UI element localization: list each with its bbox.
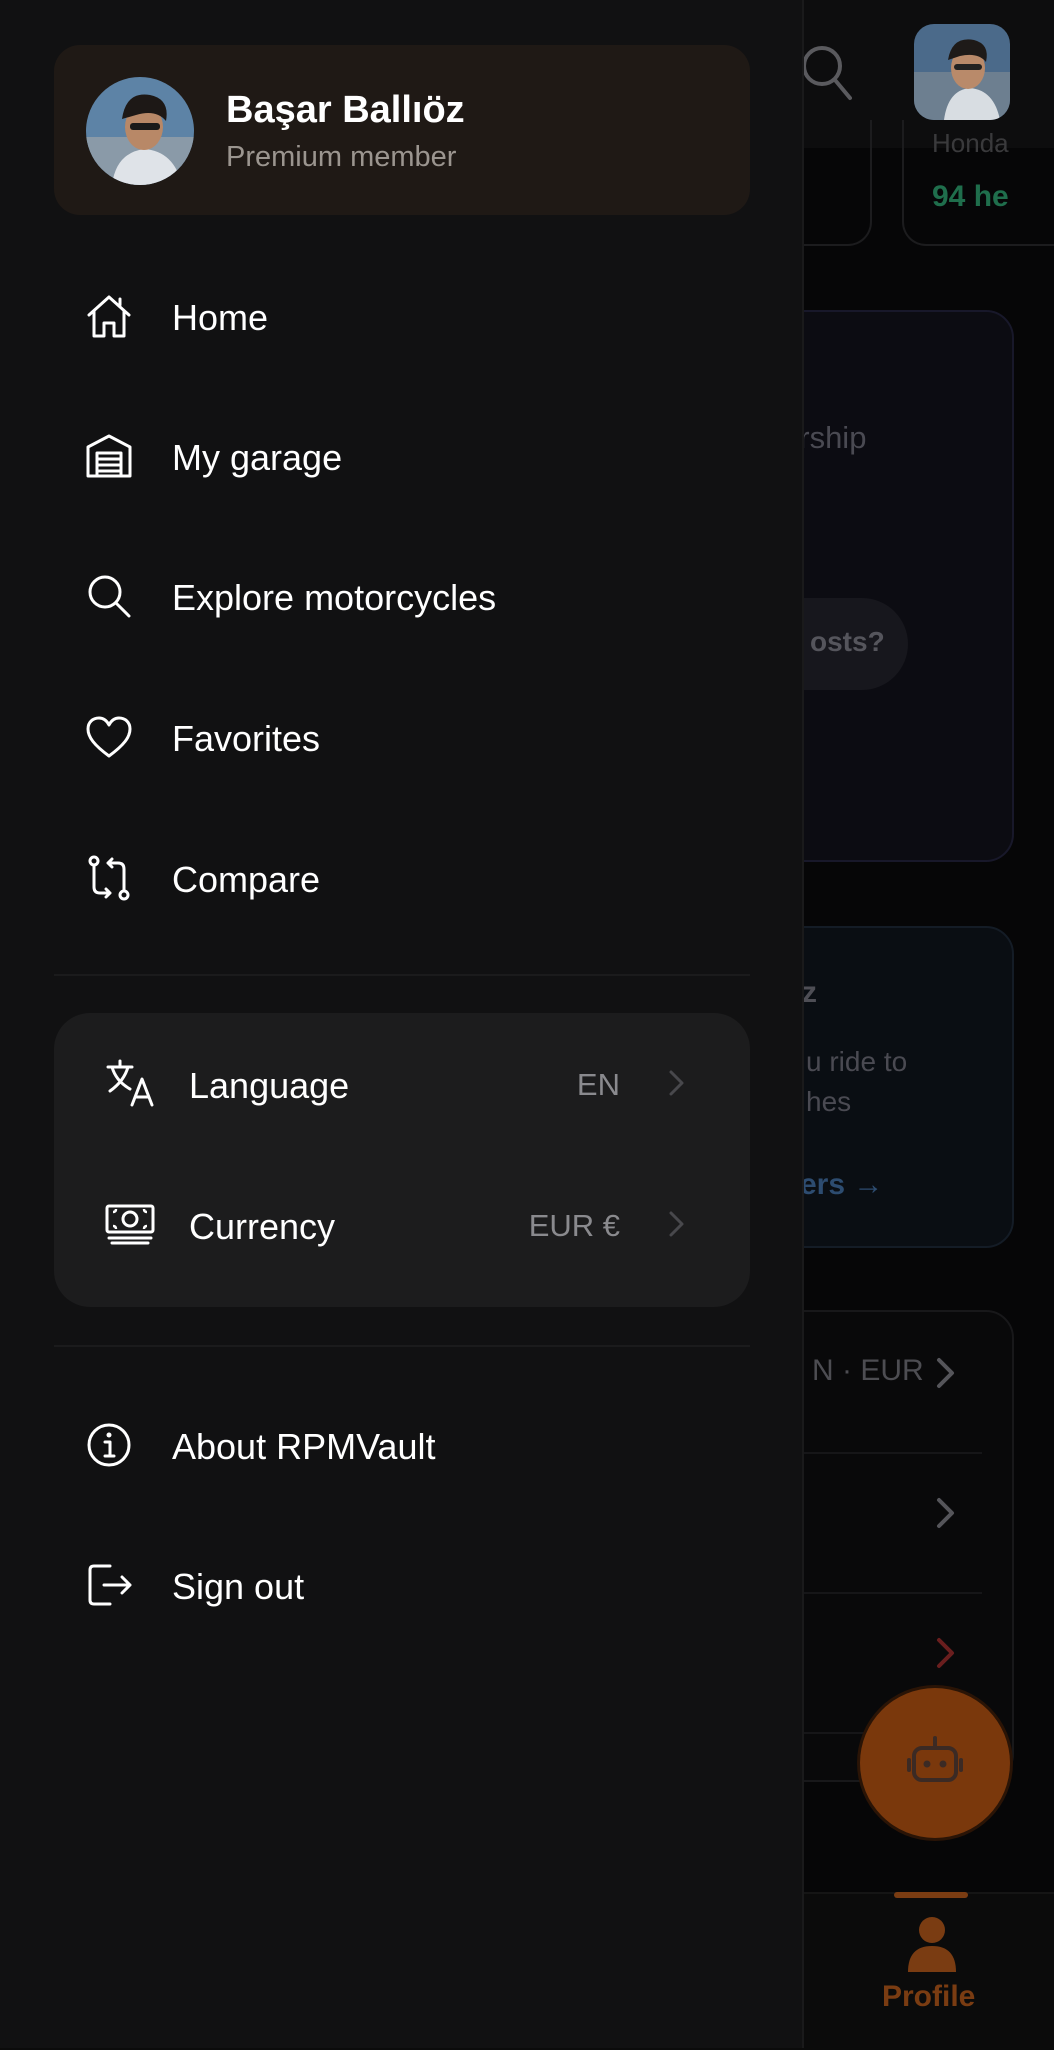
currency-label: Currency: [189, 1206, 336, 1247]
profile-name: Başar Ballıöz: [226, 89, 465, 131]
header-avatar-button[interactable]: [914, 24, 1010, 120]
tab-active-indicator: [894, 1892, 968, 1898]
dealers-text: hes: [806, 1086, 852, 1117]
robot-icon: [907, 1736, 963, 1782]
profile-membership: Premium member: [226, 141, 457, 173]
menu-item-explore-motorcycles[interactable]: Explore motorcycles: [54, 543, 750, 647]
search-icon[interactable]: [800, 42, 852, 102]
compare-icon: [88, 855, 130, 901]
navigation-drawer: Başar Ballıöz Premium member Home My gar…: [0, 0, 804, 2048]
promo-chip-label: osts?: [810, 626, 885, 657]
menu-item-compare[interactable]: Compare: [54, 825, 750, 929]
stat-card: Honda 94 he: [902, 120, 1054, 246]
search-icon: [88, 575, 131, 618]
language-label: Language: [189, 1065, 350, 1106]
currency-row[interactable]: Currency EUR €: [54, 1154, 750, 1294]
dealers-link[interactable]: ers →: [800, 1168, 883, 1202]
dealers-title: z: [802, 976, 817, 1009]
info-icon: [87, 1423, 131, 1467]
profile-tab-icon[interactable]: [906, 1916, 958, 1972]
chevron-right-icon: [937, 1498, 954, 1528]
translate-icon: [106, 1059, 154, 1107]
heart-icon: [86, 716, 132, 758]
menu-item-home[interactable]: Home: [54, 263, 750, 367]
menu-item-sign-out[interactable]: Sign out: [54, 1532, 750, 1636]
chevron-right-icon: [669, 1070, 684, 1096]
currency-value: EUR €: [528, 1208, 620, 1243]
language-row[interactable]: Language EN: [54, 1013, 750, 1153]
menu-item-label: Sign out: [172, 1566, 305, 1607]
divider: [54, 1345, 750, 1347]
menu-item-label: Home: [172, 297, 269, 338]
menu-item-label: My garage: [172, 437, 343, 478]
home-icon: [87, 295, 131, 338]
menu-item-favorites[interactable]: Favorites: [54, 684, 750, 788]
stat-card-label: Honda: [932, 128, 1009, 158]
chevron-right-icon: [937, 1638, 954, 1668]
menu-item-label: Compare: [172, 859, 321, 900]
banknote-icon: [105, 1204, 155, 1245]
tab-profile[interactable]: Profile: [882, 1980, 975, 2014]
menu-item-label: Explore motorcycles: [172, 577, 497, 618]
language-value: EN: [576, 1067, 620, 1102]
menu-item-label: Favorites: [172, 718, 321, 759]
sign-out-icon: [88, 1564, 132, 1606]
menu-item-label: About RPMVault: [172, 1426, 436, 1467]
preferences-card: Language EN Currency EUR €: [54, 1013, 750, 1307]
settings-row-value: N · EUR: [812, 1354, 924, 1387]
stat-card-value: 94 he: [932, 180, 1009, 213]
menu-item-about[interactable]: About RPMVault: [54, 1392, 750, 1496]
profile-card[interactable]: Başar Ballıöz Premium member: [54, 45, 750, 215]
chevron-right-icon: [669, 1211, 684, 1237]
divider: [54, 974, 750, 976]
assistant-fab-button[interactable]: [860, 1688, 1010, 1838]
avatar: [86, 77, 194, 185]
garage-icon: [86, 434, 132, 478]
chevron-right-icon: [937, 1358, 954, 1388]
menu-item-my-garage[interactable]: My garage: [54, 403, 750, 507]
dealers-text: u ride to: [806, 1046, 908, 1077]
